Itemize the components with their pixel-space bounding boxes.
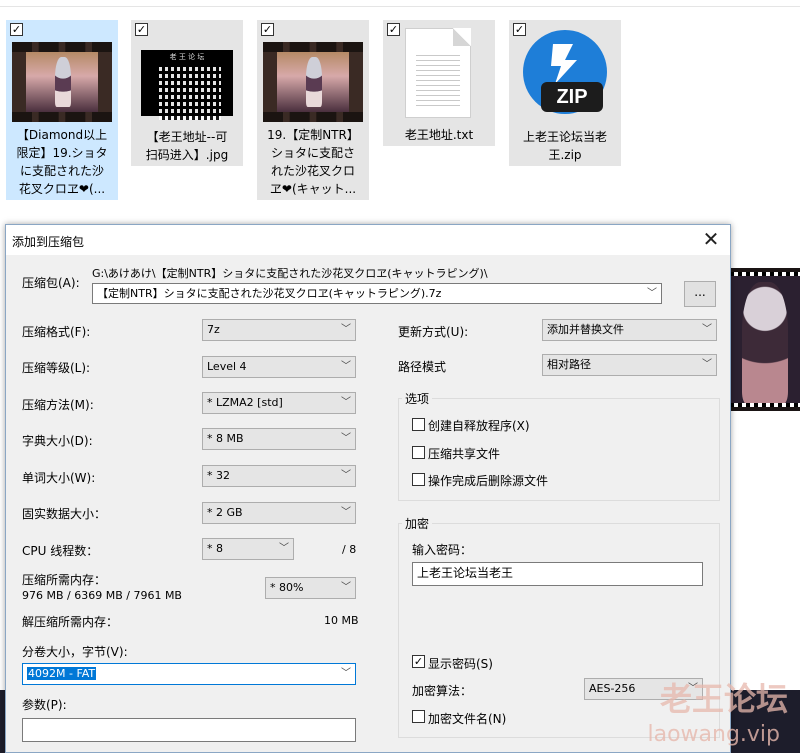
zip-file-icon: ZIP (523, 30, 607, 114)
pathmode-label: 路径模式 (398, 360, 447, 374)
file-name: 【Diamond以上 限定】19.ショタ に支配された沙 花叉クロヱ❤(... (16, 128, 108, 196)
chevron-down-icon: ﹀ (702, 324, 712, 335)
file-name: 上老王论坛当老 王.zip (522, 130, 607, 162)
chevron-down-icon: ﹀ (647, 288, 657, 299)
mem-decompress-value: 10 MB (324, 614, 359, 627)
qr-code-thumbnail: 老 王 论 坛 (141, 50, 233, 120)
checkbox-checked[interactable]: ✓ (135, 23, 148, 36)
sfx-label: 创建自释放程序(X) (428, 419, 530, 433)
file-tile-video-1[interactable]: ✓ 【Diamond以上 限定】19.ショタ に支配された沙 花叉クロヱ❤(..… (6, 20, 118, 200)
encryption-method-label: 加密算法： (412, 684, 473, 698)
level-label: 压缩等级(L): (22, 361, 91, 375)
file-explorer: ✓ 【Diamond以上 限定】19.ショタ に支配された沙 花叉クロヱ❤(..… (0, 0, 800, 222)
update-select[interactable]: 添加并替换文件 ﹀ (542, 319, 717, 341)
method-select[interactable]: * LZMA2 [std] ﹀ (202, 392, 356, 414)
solid-label: 固实数据大小： (22, 507, 107, 521)
threads-label: CPU 线程数： (22, 544, 99, 558)
solid-select[interactable]: * 2 GB ﹀ (202, 502, 356, 524)
chevron-down-icon: ﹀ (702, 359, 712, 370)
sfx-checkbox[interactable] (412, 418, 425, 431)
encrypt-names-label: 加密文件名(N) (428, 712, 507, 726)
mem-decompress-label: 解压缩所需内存： (22, 615, 119, 629)
word-label: 单词大小(W): (22, 471, 96, 485)
checkbox-checked[interactable]: ✓ (10, 23, 23, 36)
file-tile-text[interactable]: ✓ 老王地址.txt (383, 20, 495, 146)
method-label: 压缩方法(M): (22, 398, 94, 412)
delete-checkbox[interactable] (412, 473, 425, 486)
format-select[interactable]: 7z ﹀ (202, 319, 356, 341)
threads-select[interactable]: * 8 ﹀ (202, 538, 294, 560)
options-group-title: 选项 (402, 390, 433, 407)
file-tile-video-2[interactable]: ✓ 19.【定制NTR】 ショタに支配さ れた沙花叉クロ ヱ❤(キャット... (257, 20, 369, 200)
delete-label: 操作完成后删除源文件 (428, 474, 549, 488)
checkbox-checked[interactable]: ✓ (387, 23, 400, 36)
params-input[interactable] (22, 718, 356, 742)
chevron-down-icon: ﹀ (341, 470, 351, 481)
chevron-down-icon: ﹀ (341, 433, 351, 444)
watermark-url: laowang.vip (647, 722, 780, 747)
level-select[interactable]: Level 4 ﹀ (202, 356, 356, 378)
volume-label: 分卷大小，字节(V): (22, 645, 128, 659)
chevron-down-icon: ﹀ (341, 668, 351, 679)
format-label: 压缩格式(F): (22, 325, 91, 339)
encryption-group-title: 加密 (402, 515, 433, 532)
dialog-titlebar: 添加到压缩包 ✕ (6, 225, 730, 255)
chevron-down-icon: ﹀ (341, 324, 351, 335)
video-thumbnail (263, 42, 363, 122)
encrypt-names-checkbox[interactable] (412, 710, 425, 723)
chevron-down-icon: ﹀ (341, 507, 351, 518)
password-input[interactable]: 上老王论坛当老王 (412, 562, 703, 586)
checkbox-checked[interactable]: ✓ (261, 23, 274, 36)
show-password-checkbox[interactable]: ✓ (412, 655, 425, 668)
add-to-archive-dialog: 添加到压缩包 ✕ 压缩包(A): G:\あけあけ\【定制NTR】ショタに支配され… (5, 224, 731, 753)
mem-percent-select[interactable]: * 80% ﹀ (265, 577, 356, 599)
dict-select[interactable]: * 8 MB ﹀ (202, 428, 356, 450)
text-file-icon (405, 28, 471, 118)
archive-path: G:\あけあけ\【定制NTR】ショタに支配された沙花叉クロヱ(キャットラピング)… (92, 267, 488, 280)
file-name: 老王地址.txt (404, 128, 474, 142)
volume-combobox[interactable]: 4092M - FAT ﹀ (22, 663, 356, 685)
chevron-down-icon: ﹀ (279, 543, 289, 554)
update-label: 更新方式(U): (398, 325, 469, 339)
chevron-down-icon: ﹀ (341, 361, 351, 372)
close-icon[interactable]: ✕ (698, 227, 724, 253)
password-label: 输入密码： (412, 543, 473, 557)
mem-compress-label: 压缩所需内存： (22, 573, 107, 587)
mem-compress-detail: 976 MB / 6369 MB / 7961 MB (22, 589, 182, 602)
browse-button[interactable]: ... (684, 281, 716, 307)
file-tile-zip[interactable]: ✓ ZIP 上老王论坛当老 王.zip (509, 20, 621, 166)
chevron-down-icon: ﹀ (341, 582, 351, 593)
threads-max: / 8 (342, 543, 357, 556)
pathmode-select[interactable]: 相对路径 ﹀ (542, 354, 717, 376)
show-password-label: 显示密码(S) (428, 657, 493, 671)
file-tile-image[interactable]: ✓ 老 王 论 坛 【老王地址--可 扫码进入】.jpg (131, 20, 243, 166)
watermark-text: 老王论坛 (659, 680, 788, 718)
params-label: 参数(P): (22, 698, 67, 712)
word-select[interactable]: * 32 ﹀ (202, 465, 356, 487)
archive-name-combobox[interactable]: 【定制NTR】ショタに支配された沙花叉クロヱ(キャットラピング).7z ﹀ (92, 283, 662, 304)
chevron-down-icon: ﹀ (341, 397, 351, 408)
shared-label: 压缩共享文件 (428, 447, 501, 461)
file-name: 【老王地址--可 扫码进入】.jpg (145, 130, 229, 162)
background-video-frame (730, 268, 800, 411)
shared-checkbox[interactable] (412, 446, 425, 459)
dict-label: 字典大小(D): (22, 434, 93, 448)
file-name: 19.【定制NTR】 ショタに支配さ れた沙花叉クロ ヱ❤(キャット... (267, 128, 359, 196)
divider (0, 6, 800, 7)
dialog-title: 添加到压缩包 (12, 235, 85, 249)
video-thumbnail (12, 42, 112, 122)
archive-label: 压缩包(A): (22, 276, 80, 290)
